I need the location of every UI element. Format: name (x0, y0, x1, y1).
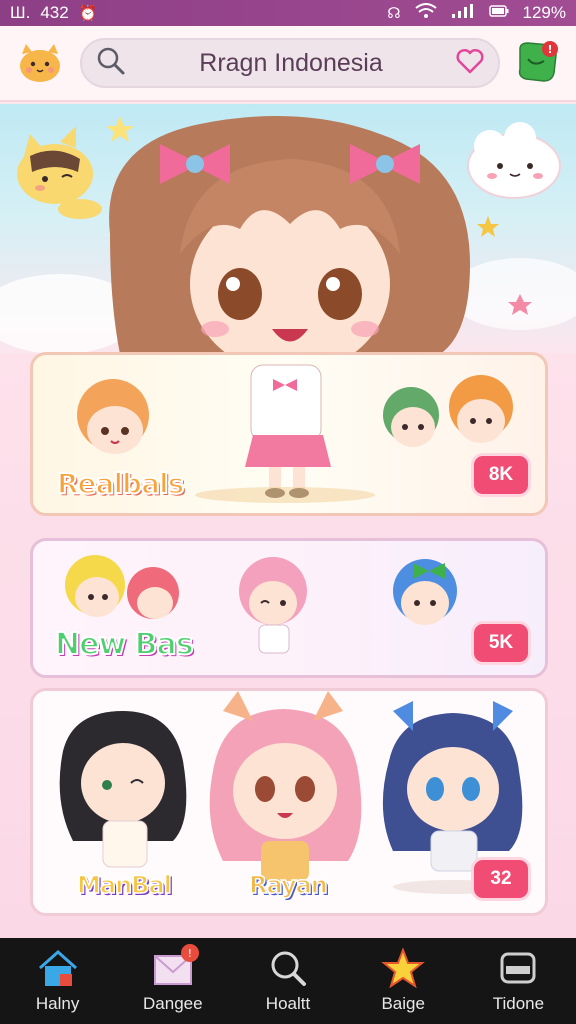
status-left-glyph: Ш. (10, 3, 31, 22)
card-3-title-left: ManBal (76, 870, 172, 900)
cloud-mascot-icon (467, 122, 561, 199)
signal-icon (451, 3, 475, 23)
battery-icon (488, 4, 509, 22)
nav-item-home[interactable]: Halny (0, 938, 115, 1024)
mail-badge: ! (180, 944, 199, 962)
status-bar: Ш. 432 ⏰ ☊ 129% (0, 0, 576, 26)
notification-icon[interactable]: ! (514, 39, 562, 87)
nav-label-mail: Dangee (143, 994, 203, 1013)
nav-item-profile[interactable]: Tidone (461, 938, 576, 1024)
category-card-2[interactable]: New Bas 5K (30, 538, 548, 678)
nav-item-search[interactable]: Hoaltt (230, 938, 345, 1024)
heart-icon[interactable] (456, 48, 484, 78)
nav-item-mail[interactable]: ! Dangee (115, 938, 230, 1024)
main-character-illustration (109, 116, 470, 354)
home-icon (36, 948, 80, 988)
svg-text:!: ! (547, 43, 552, 56)
top-bar: Rragn Indonesia ! (0, 26, 576, 102)
status-time: 432 (40, 3, 69, 22)
search-icon (96, 46, 126, 80)
search-text[interactable]: Rragn Indonesia (140, 49, 442, 78)
nav-label-home: Halny (35, 994, 80, 1013)
card-1-title: Realbals (56, 466, 185, 501)
nav-label-profile: Tidone (492, 994, 545, 1013)
mail-icon: ! (151, 944, 199, 988)
search-bar[interactable]: Rragn Indonesia (80, 38, 500, 88)
nav-item-star[interactable]: Baige (346, 938, 461, 1024)
card-2-title: New Bas (54, 626, 195, 663)
card-2-count-badge[interactable]: 5K (471, 621, 531, 665)
category-card-3[interactable]: ManBal Rayan 32 (30, 688, 548, 916)
vibrate-icon: ☊ (387, 5, 401, 22)
profile-icon (496, 948, 540, 988)
card-3-title-center: Rayan (248, 870, 328, 900)
hero-banner (0, 104, 576, 354)
card-3-count-badge[interactable]: 32 (471, 857, 531, 901)
search-icon (266, 948, 310, 988)
star-icon (381, 947, 426, 989)
category-card-1[interactable]: Realbals 8K (30, 352, 548, 516)
bottom-navigation: Halny ! Dangee Hoaltt Baige Tidone (0, 938, 576, 1024)
card-1-count-badge[interactable]: 8K (471, 453, 531, 497)
battery-level: 129% (522, 3, 566, 22)
cat-mascot-icon (17, 126, 102, 219)
wifi-icon (414, 3, 437, 23)
nav-label-star: Baige (381, 994, 425, 1013)
mascot-icon[interactable] (14, 40, 66, 86)
alarm-icon: ⏰ (78, 5, 98, 22)
nav-label-search: Hoaltt (265, 994, 311, 1013)
